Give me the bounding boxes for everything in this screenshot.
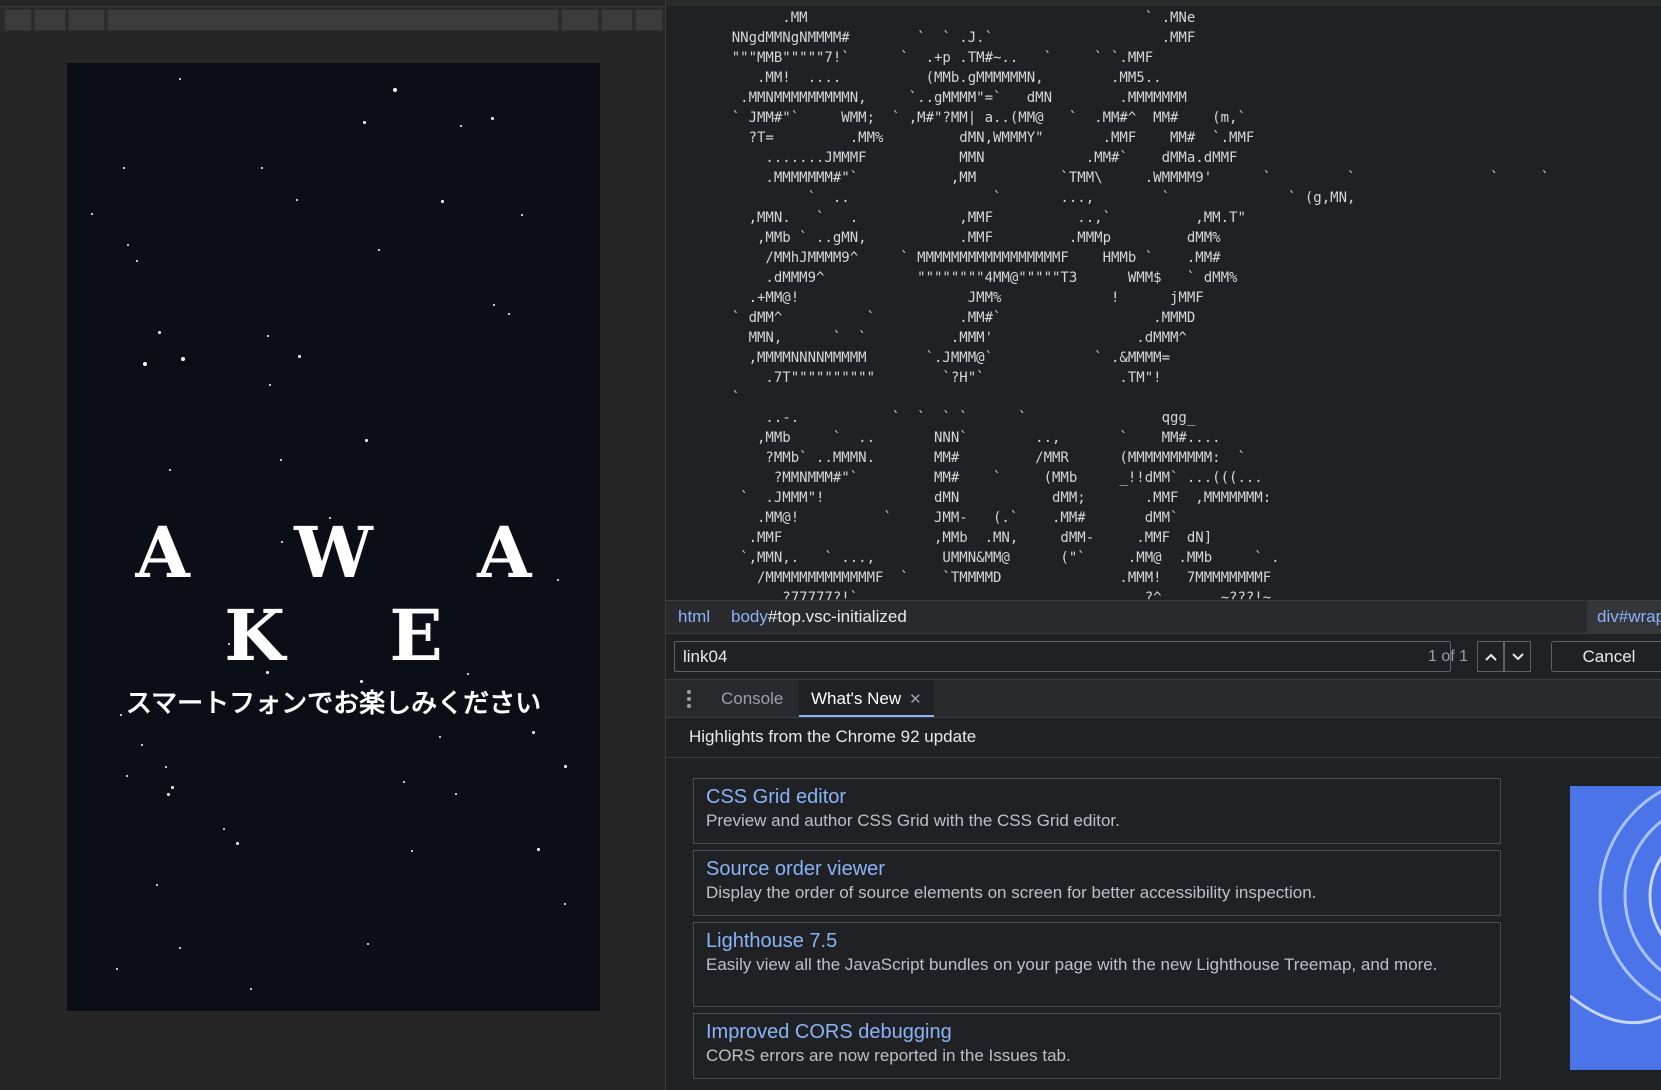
star [156,884,158,886]
star [367,943,369,945]
toolbar-button[interactable] [601,9,633,31]
star [439,736,441,738]
star [393,88,397,92]
star [261,167,263,169]
star [508,313,510,315]
page-title: A W A K E [135,511,572,677]
devtools-panel: .MM ` .MNe NNgdMMNgNMMMM# ` ` .J.` .MMF … [665,0,1661,1090]
chevron-down-icon [1511,649,1524,664]
feature-description: Preview and author CSS Grid with the CSS… [706,811,1120,830]
feature-description: Display the order of source elements on … [706,883,1317,902]
star [181,357,185,361]
star [116,968,118,970]
star [136,260,138,262]
promo-thumbnail-image[interactable] [1570,786,1661,1070]
tab-console[interactable]: Console [709,680,795,717]
page-screen: A W A K E スマートフォンでお楽しみください [67,63,600,1011]
feature-card[interactable]: Improved CORS debugging CORS errors are … [693,1013,1501,1079]
star [455,793,457,795]
elements-source-view[interactable]: .MM ` .MNe NNgdMMNgNMMMM# ` ` .J.` .MMF … [666,6,1661,600]
search-match-count: 1 of 1 [1428,648,1469,665]
star [169,469,171,471]
feature-card[interactable]: Source order viewer Display the order of… [693,850,1501,916]
search-input[interactable] [674,641,1451,672]
star [179,947,181,949]
star [267,335,269,337]
star [403,781,405,783]
close-icon[interactable]: ✕ [909,691,922,708]
page-subtitle: スマートフォンでお楽しみください [125,689,542,719]
star [411,850,413,852]
star [493,304,495,306]
star [158,331,161,334]
search-bar: 1 of 1 Cancel [666,634,1661,680]
star [269,384,271,386]
star [521,214,523,216]
star [143,362,147,366]
star [365,439,368,442]
feature-title-link[interactable]: Source order viewer [706,857,1488,881]
star [91,213,93,215]
toolbar-button[interactable] [68,9,105,31]
star [564,765,567,768]
breadcrumb: html body#top.vsc-initialized div#wrappe… [666,600,1661,634]
star [537,848,540,851]
star [171,786,174,789]
feature-card[interactable]: Lighthouse 7.5 Easily view all the JavaS… [693,922,1501,1007]
star [298,355,301,358]
chevron-up-icon [1484,649,1497,664]
page-preview-pane: A W A K E スマートフォンでお楽しみください [0,0,665,1090]
feature-title-link[interactable]: CSS Grid editor [706,785,1488,809]
feature-card[interactable]: CSS Grid editor Preview and author CSS G… [693,778,1501,844]
star [250,988,252,990]
star [280,459,282,461]
toolbar-button[interactable] [34,9,66,31]
toolbar-button[interactable] [561,9,599,31]
breadcrumb-item-html[interactable]: html [678,601,710,633]
star [236,842,239,845]
feature-description: Easily view all the JavaScript bundles o… [706,955,1438,974]
star [167,793,170,796]
toolbar-address-field[interactable] [107,9,559,31]
preview-toolbar [0,6,665,32]
cancel-button[interactable]: Cancel [1551,641,1661,672]
star [127,244,129,246]
star [441,200,444,203]
star [296,199,298,201]
breadcrumb-item-body[interactable]: body#top.vsc-initialized [731,601,907,633]
toolbar-button[interactable] [635,9,663,31]
whats-new-header: Highlights from the Chrome 92 update [666,718,1661,758]
star [123,167,125,169]
star [532,731,535,734]
breadcrumb-item-div[interactable]: div#wrapper [1587,601,1661,633]
star [378,249,380,251]
highlights-heading: Highlights from the Chrome 92 update [689,727,977,746]
drawer-tabbar: Console What's New ✕ [666,680,1661,718]
ascii-art-source: .MM ` .MNe NNgdMMNgNMMMM# ` ` .J.` .MMF … [731,10,1550,600]
search-previous-button[interactable] [1477,641,1504,672]
star [126,775,128,777]
feature-description: CORS errors are now reported in the Issu… [706,1046,1071,1065]
star [165,766,167,768]
star [564,903,566,905]
feature-title-link[interactable]: Lighthouse 7.5 [706,929,1488,953]
star [141,744,143,746]
feature-title-link[interactable]: Improved CORS debugging [706,1020,1488,1044]
tab-whats-new[interactable]: What's New ✕ [799,680,934,717]
star [179,78,181,80]
star [363,121,366,124]
toolbar-button[interactable] [4,9,32,31]
star [491,117,494,120]
search-next-button[interactable] [1504,641,1531,672]
star [223,828,225,830]
kebab-menu-icon[interactable] [686,689,692,709]
star [460,125,462,127]
